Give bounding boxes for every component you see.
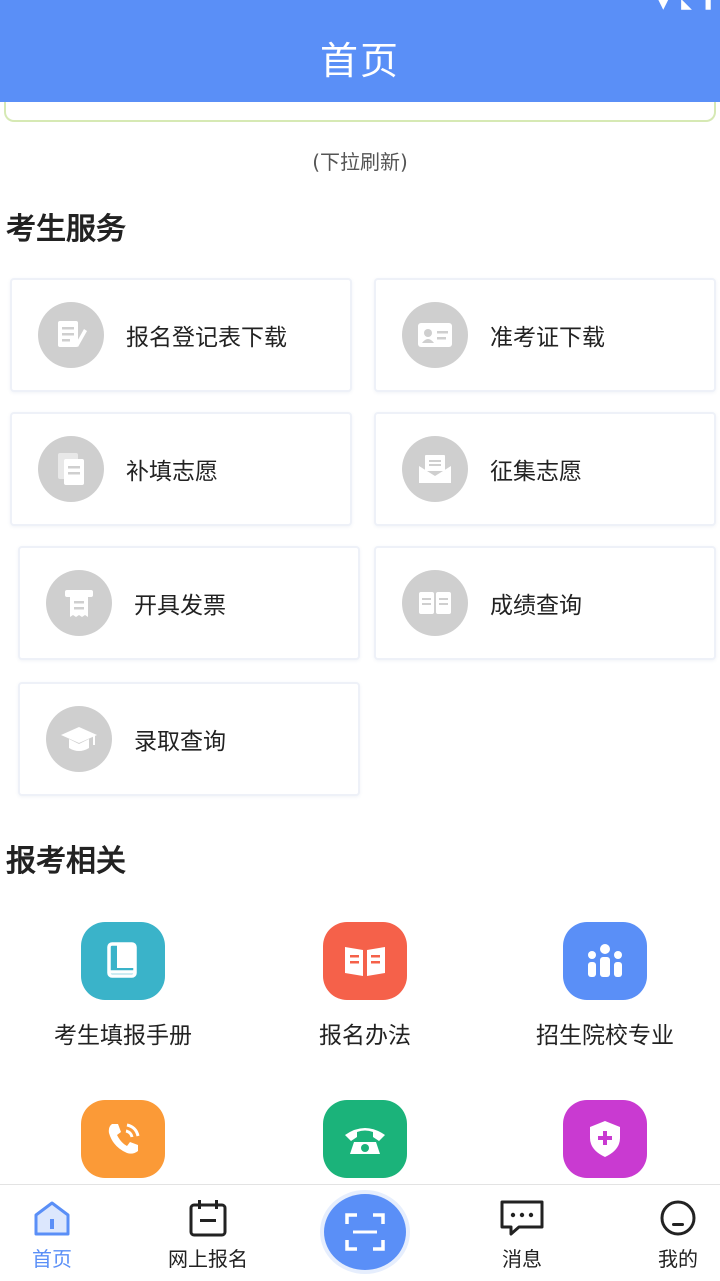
card-label: 补填志愿 [126,459,218,485]
tool-label: 报名办法 [319,1023,411,1049]
card-label: 开具发票 [134,593,226,619]
tab-mine[interactable]: 我的 [618,1199,720,1272]
scan-button[interactable] [324,1194,406,1270]
status-icons: ▼ ◣ ▮ [657,0,716,12]
scan-icon [345,1213,385,1251]
tool-registration-method[interactable]: 报名办法 [245,922,485,1050]
card-label: 录取查询 [134,729,226,755]
services-section-title: 考生服务 [6,212,126,247]
card-label: 报名登记表下载 [126,325,287,351]
banner-edge [4,102,716,122]
tab-label: 我的 [658,1247,698,1271]
tool-schools-majors[interactable]: 招生院校专业 [485,922,720,1050]
pull-to-refresh-hint: (下拉刷新) [312,150,408,174]
card-label: 准考证下载 [490,325,605,351]
book-icon [323,922,407,1000]
app-header: 首页 [0,12,720,102]
tool-telephone[interactable] [245,1100,485,1194]
card-label: 成绩查询 [490,593,582,619]
related-section-title: 报考相关 [6,844,126,879]
service-card-admission-query[interactable]: 录取查询 [18,682,360,796]
tool-handbook[interactable]: 考生填报手册 [3,922,243,1050]
phone-icon [81,1100,165,1178]
calendar-icon [189,1200,227,1237]
service-card-score-query[interactable]: 成绩查询 [374,546,716,660]
id-card-icon [402,302,468,368]
receipt-icon [46,570,112,636]
handbook-icon [81,922,165,1000]
tab-label: 消息 [502,1247,542,1271]
form-edit-icon [38,302,104,368]
people-icon [563,922,647,1000]
telephone-icon [323,1100,407,1178]
home-icon [34,1201,70,1236]
tab-messages[interactable]: 消息 [462,1199,582,1272]
tab-label: 首页 [32,1247,72,1271]
mail-open-icon [402,436,468,502]
tool-protection[interactable] [485,1100,720,1194]
service-card-registration-form[interactable]: 报名登记表下载 [10,278,352,392]
card-label: 征集志愿 [490,459,582,485]
shield-plus-icon [563,1100,647,1178]
service-card-admission-ticket[interactable]: 准考证下载 [374,278,716,392]
tab-online-registration[interactable]: 网上报名 [148,1199,268,1272]
service-card-collect-volunteer[interactable]: 征集志愿 [374,412,716,526]
user-face-icon [660,1200,696,1236]
tab-home[interactable]: 首页 [0,1199,112,1272]
tool-label: 招生院校专业 [536,1023,674,1049]
open-book-icon [402,570,468,636]
service-card-invoice[interactable]: 开具发票 [18,546,360,660]
tab-label: 网上报名 [168,1247,248,1271]
service-card-supplement-volunteer[interactable]: 补填志愿 [10,412,352,526]
message-icon [500,1200,544,1236]
tool-hotline[interactable] [3,1100,243,1194]
tool-label: 考生填报手册 [54,1023,192,1049]
graduation-cap-icon [46,706,112,772]
document-copy-icon [38,436,104,502]
status-bar: ▼ ◣ ▮ [0,0,720,12]
page-title: 首页 [319,38,400,83]
